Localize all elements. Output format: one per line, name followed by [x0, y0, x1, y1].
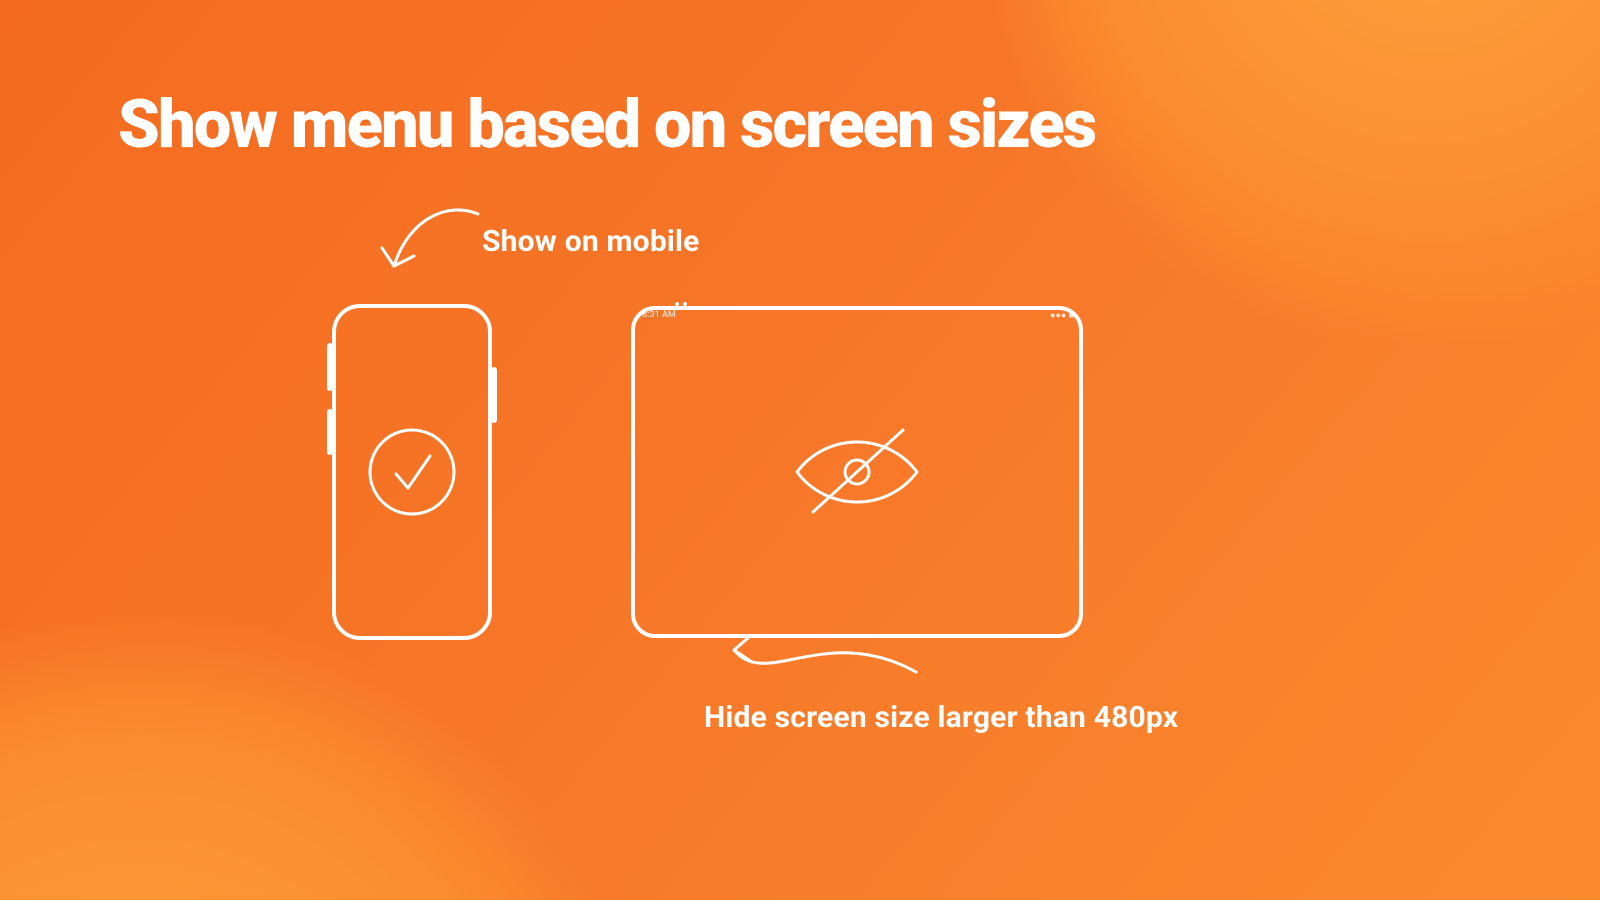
bg-blob-bottom-left [0, 620, 640, 900]
hide-large-label: Hide screen size larger than 480px [704, 700, 1178, 735]
arrow-to-phone-icon [370, 196, 490, 291]
tablet-device-icon [627, 302, 1087, 642]
show-on-mobile-label: Show on mobile [482, 224, 700, 259]
bg-blob-top-right [980, 0, 1600, 340]
slide-title: Show menu based on screen sizes [118, 90, 1095, 160]
phone-device-icon [326, 302, 498, 642]
